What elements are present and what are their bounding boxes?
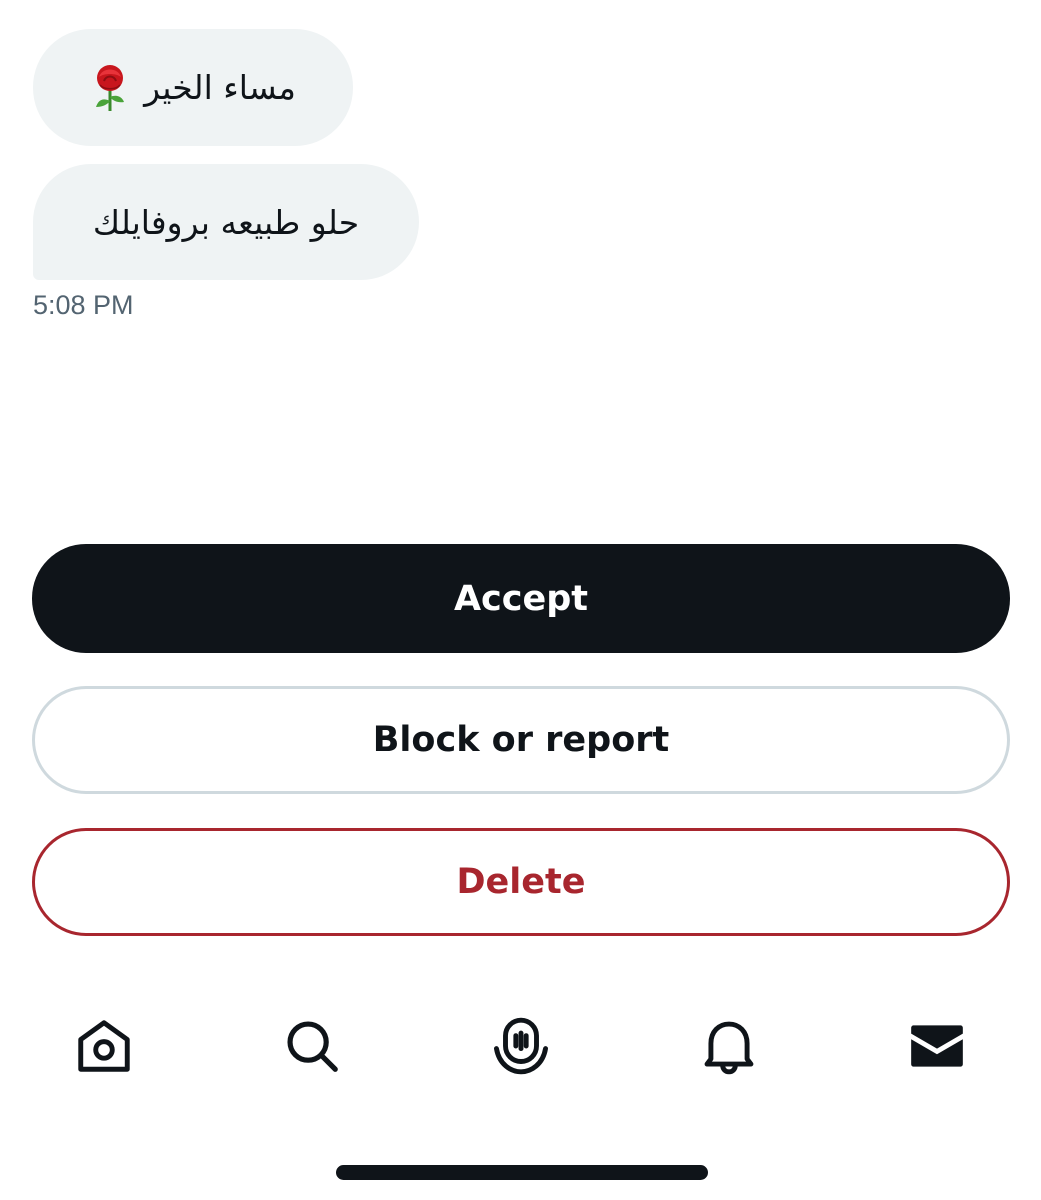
notifications-icon: [704, 1021, 754, 1075]
home-indicator[interactable]: [336, 1165, 708, 1180]
message-bubble[interactable]: حلو طبيعه بروفايلك: [33, 164, 419, 280]
message-text: حلو طبيعه بروفايلك: [92, 202, 360, 242]
messages-icon: [911, 1025, 963, 1067]
message-text: مساء الخير: [144, 68, 296, 107]
accept-button[interactable]: Accept: [32, 544, 1010, 653]
delete-button[interactable]: Delete: [32, 828, 1010, 936]
bottom-tab-bar: [0, 1000, 1041, 1090]
tab-search[interactable]: [278, 1012, 346, 1080]
tab-messages[interactable]: [903, 1012, 971, 1080]
home-icon: [78, 1020, 130, 1072]
spaces-icon: [494, 1017, 548, 1075]
message-bubble[interactable]: مساء الخير: [33, 29, 353, 146]
tab-spaces[interactable]: [487, 1012, 555, 1080]
dm-request-screen: مساء الخير حلو طبيعه بروفايلك 5:08 PM Ac…: [0, 0, 1041, 1200]
tab-home[interactable]: [70, 1012, 138, 1080]
message-timestamp: 5:08 PM: [33, 290, 134, 320]
block-or-report-button[interactable]: Block or report: [32, 686, 1010, 794]
rose-icon: [96, 64, 125, 111]
tab-notifications[interactable]: [695, 1012, 763, 1080]
search-icon: [287, 1021, 338, 1072]
